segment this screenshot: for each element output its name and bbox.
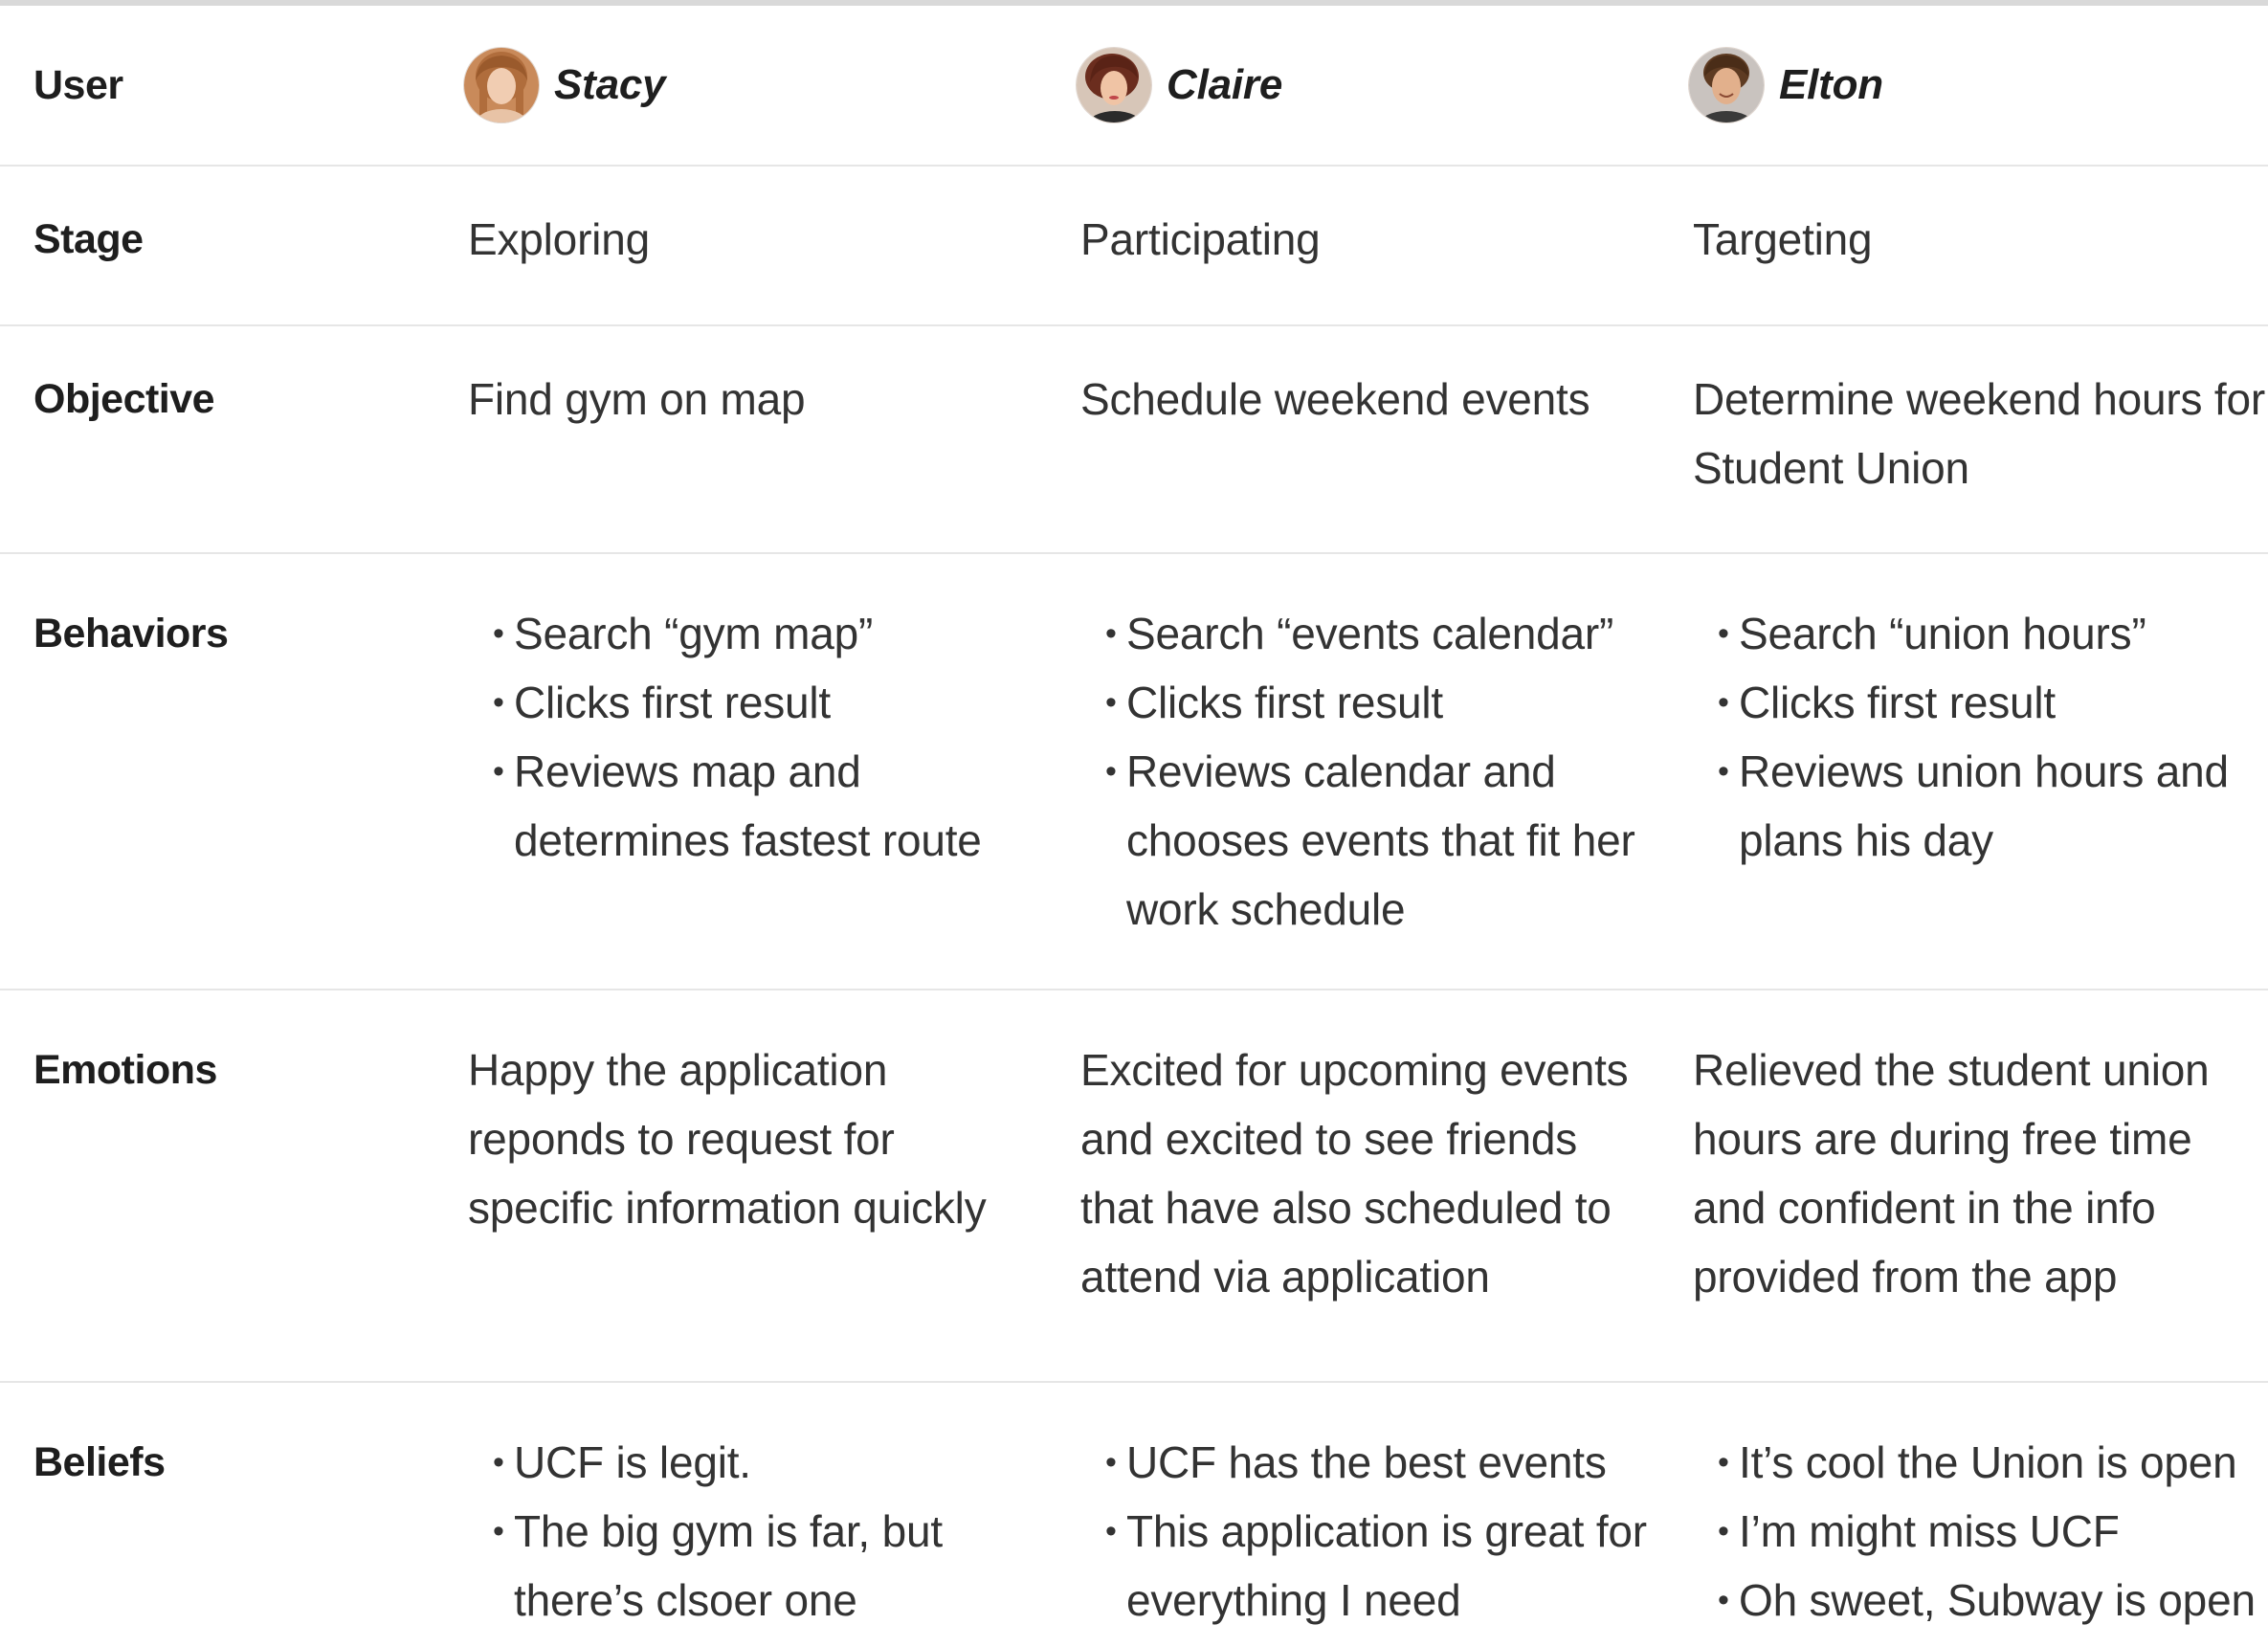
behaviors-cell: Search “events calendar” Clicks first re… bbox=[1046, 599, 1658, 989]
list-item: Clicks first result bbox=[493, 668, 1046, 737]
list-item: Clicks first result bbox=[1105, 668, 1658, 737]
beliefs-cell: UCF has the best events This application… bbox=[1046, 1428, 1658, 1647]
list-item: Oh sweet, Subway is open bbox=[1718, 1566, 2268, 1635]
avatar bbox=[1689, 48, 1764, 122]
row-objective: Objective Find gym on map Schedule weeke… bbox=[0, 326, 2268, 554]
emotions-cell: Relieved the student union hours are dur… bbox=[1693, 1045, 2210, 1302]
emotions-cell: Excited for upcoming events and excited … bbox=[1080, 1045, 1629, 1302]
list-item: Reviews map and determines fastest route bbox=[493, 737, 1046, 875]
beliefs-list: It’s cool the Union is open I’m might mi… bbox=[1693, 1428, 2268, 1635]
row-label-user: User bbox=[33, 61, 123, 108]
beliefs-cell: It’s cool the Union is open I’m might mi… bbox=[1658, 1428, 2268, 1647]
list-item: Search “union hours” bbox=[1718, 599, 2268, 668]
beliefs-list: UCF has the best events This application… bbox=[1080, 1428, 1658, 1635]
user-cell-elton: Elton bbox=[1658, 48, 2268, 122]
user-name: Claire bbox=[1167, 61, 1283, 108]
row-label-objective: Objective bbox=[33, 376, 215, 422]
beliefs-cell: UCF is legit. The big gym is far, but th… bbox=[434, 1428, 1046, 1647]
row-label-beliefs: Beliefs bbox=[33, 1439, 166, 1485]
list-item: It’s cool the Union is open bbox=[1718, 1428, 2268, 1497]
user-name: Elton bbox=[1779, 61, 1883, 108]
list-item: UCF has the best events bbox=[1105, 1428, 1658, 1497]
user-cell-stacy: Stacy bbox=[434, 48, 1046, 122]
person-avatar-female-dark-hair-icon bbox=[1077, 48, 1151, 122]
stage-cell: Exploring bbox=[468, 214, 650, 264]
list-item: This application is great for everything… bbox=[1105, 1497, 1658, 1635]
person-avatar-male-icon bbox=[1689, 48, 1764, 122]
list-item: Clicks first result bbox=[1718, 668, 2268, 737]
user-cell-claire: Claire bbox=[1046, 48, 1658, 122]
avatar bbox=[464, 48, 539, 122]
behaviors-cell: Search “gym map” Clicks first result Rev… bbox=[434, 599, 1046, 989]
avatar bbox=[1077, 48, 1151, 122]
objective-cell: Determine weekend hours for Student Unio… bbox=[1693, 374, 2266, 493]
stage-cell: Participating bbox=[1080, 214, 1321, 264]
list-item: UCF is legit. bbox=[493, 1428, 1046, 1497]
list-item: Reviews calendar and chooses events that… bbox=[1105, 737, 1658, 944]
row-stage: Stage Exploring Participating Targeting bbox=[0, 167, 2268, 326]
row-label-behaviors: Behaviors bbox=[33, 611, 229, 657]
row-label-emotions: Emotions bbox=[33, 1047, 217, 1093]
list-item: Search “gym map” bbox=[493, 599, 1046, 668]
row-beliefs: Beliefs UCF is legit. The big gym is far… bbox=[0, 1383, 2268, 1647]
user-name: Stacy bbox=[554, 61, 666, 108]
emotions-cell: Happy the application reponds to request… bbox=[468, 1045, 987, 1233]
row-behaviors: Behaviors Search “gym map” Clicks first … bbox=[0, 554, 2268, 990]
user-journey-table: User Stacy Claire Elton Stage Exploring … bbox=[0, 0, 2268, 1647]
objective-cell: Schedule weekend events bbox=[1080, 374, 1590, 424]
row-emotions: Emotions Happy the application reponds t… bbox=[0, 990, 2268, 1383]
behaviors-list: Search “gym map” Clicks first result Rev… bbox=[468, 599, 1046, 875]
person-avatar-female-light-hair-icon bbox=[464, 48, 539, 122]
list-item: Reviews union hours and plans his day bbox=[1718, 737, 2268, 875]
row-label-stage: Stage bbox=[33, 216, 144, 262]
beliefs-list: UCF is legit. The big gym is far, but th… bbox=[468, 1428, 1046, 1635]
objective-cell: Find gym on map bbox=[468, 374, 806, 424]
behaviors-cell: Search “union hours” Clicks first result… bbox=[1658, 599, 2268, 989]
stage-cell: Targeting bbox=[1693, 214, 1873, 264]
behaviors-list: Search “union hours” Clicks first result… bbox=[1693, 599, 2268, 875]
list-item: Search “events calendar” bbox=[1105, 599, 1658, 668]
list-item: The big gym is far, but there’s clsoer o… bbox=[493, 1497, 1046, 1635]
row-user: User Stacy Claire Elton bbox=[0, 6, 2268, 167]
list-item: I’m might miss UCF bbox=[1718, 1497, 2268, 1566]
behaviors-list: Search “events calendar” Clicks first re… bbox=[1080, 599, 1658, 944]
